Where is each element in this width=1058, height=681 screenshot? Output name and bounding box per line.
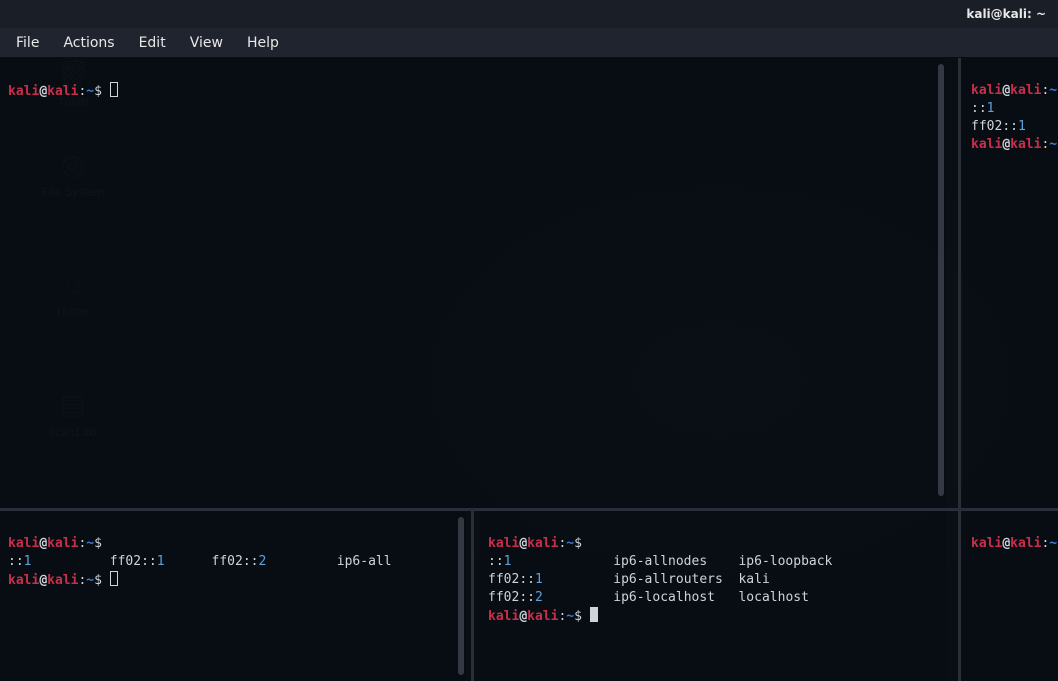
prompt-cwd: ~ <box>1049 83 1057 98</box>
output-text: ip6-allrouters <box>613 572 723 587</box>
menu-edit[interactable]: Edit <box>129 31 176 55</box>
output-text: ff02 <box>110 554 141 569</box>
terminal-pane-top-right[interactable]: kali@kali:~ ::1 ff02::1 kali@kali:~ <box>963 58 1058 508</box>
output-num: 1 <box>157 554 165 569</box>
output-text: ff02 <box>488 590 519 605</box>
prompt-user: kali <box>8 573 39 588</box>
prompt-at: @ <box>1002 83 1010 98</box>
output-text: ip6-loopback <box>738 554 832 569</box>
output-text: :: <box>488 554 504 569</box>
menu-view[interactable]: View <box>180 31 233 55</box>
terminal-split-container: kali@kali:~$ kali@kali:~ ::1 ff02::1 kal… <box>0 58 1058 681</box>
window-title: kali@kali: ~ <box>966 7 1046 21</box>
prompt-cwd: ~ <box>1049 536 1057 551</box>
prompt-host: kali <box>47 573 78 588</box>
prompt-at: @ <box>39 84 47 99</box>
prompt-at: @ <box>1002 137 1010 152</box>
prompt-at: @ <box>519 609 527 624</box>
prompt-dollar: $ <box>94 536 102 551</box>
split-divider-horizontal[interactable] <box>958 508 1058 511</box>
output-text: kali <box>738 572 769 587</box>
prompt-host: kali <box>527 536 558 551</box>
prompt-host: kali <box>1010 137 1041 152</box>
menubar: File Actions Edit View Help <box>0 28 1058 58</box>
prompt-user: kali <box>971 83 1002 98</box>
output-num: 1 <box>504 554 512 569</box>
cursor-icon <box>110 82 118 97</box>
prompt-dollar: $ <box>574 609 582 624</box>
prompt-dollar: $ <box>94 84 102 99</box>
output-num: 2 <box>535 590 543 605</box>
output-text: ff02 <box>212 554 243 569</box>
output-num: 2 <box>259 554 267 569</box>
prompt-cwd: ~ <box>86 536 94 551</box>
prompt-host: kali <box>1010 83 1041 98</box>
prompt-cwd: ~ <box>86 573 94 588</box>
prompt-user: kali <box>971 536 1002 551</box>
menu-file[interactable]: File <box>6 31 49 55</box>
cursor-icon <box>110 571 118 586</box>
output-text: :: <box>519 590 535 605</box>
prompt-user: kali <box>488 609 519 624</box>
prompt-dollar: $ <box>94 573 102 588</box>
menu-help[interactable]: Help <box>237 31 289 55</box>
prompt-host: kali <box>527 609 558 624</box>
output-text: ff02 <box>488 572 519 587</box>
scrollbar[interactable] <box>458 517 464 675</box>
prompt-user: kali <box>8 84 39 99</box>
prompt-cwd: ~ <box>1049 137 1057 152</box>
scrollbar[interactable] <box>938 64 944 496</box>
prompt-host: kali <box>1010 536 1041 551</box>
cursor-icon <box>590 607 598 622</box>
prompt-user: kali <box>971 137 1002 152</box>
output-text: ip6-localhost <box>613 590 715 605</box>
split-divider-horizontal[interactable] <box>0 508 958 511</box>
output-text: ff02 <box>971 119 1002 134</box>
split-divider-vertical[interactable] <box>958 58 961 681</box>
prompt-host: kali <box>47 536 78 551</box>
output-num: 1 <box>987 101 995 116</box>
prompt-at: @ <box>519 536 527 551</box>
prompt-dollar: $ <box>574 536 582 551</box>
output-num: 1 <box>24 554 32 569</box>
terminal-pane-bottom-middle[interactable]: kali@kali:~$ ::1 ip6-allnodes ip6-loopba… <box>480 511 946 681</box>
output-text: :: <box>971 101 987 116</box>
prompt-host: kali <box>47 84 78 99</box>
output-text: :: <box>1002 119 1018 134</box>
split-divider-vertical[interactable] <box>471 511 474 681</box>
prompt-user: kali <box>8 536 39 551</box>
output-text: :: <box>8 554 24 569</box>
output-num: 1 <box>1018 119 1026 134</box>
prompt-cwd: ~ <box>566 536 574 551</box>
terminal-pane-top-left[interactable]: kali@kali:~$ <box>0 58 946 508</box>
prompt-cwd: ~ <box>566 609 574 624</box>
output-text: :: <box>243 554 259 569</box>
terminal-pane-bottom-left[interactable]: kali@kali:~$ ::1 ff02::1 ff02::2 ip6-all… <box>0 511 466 681</box>
output-text: :: <box>519 572 535 587</box>
output-text: :: <box>141 554 157 569</box>
prompt-user: kali <box>488 536 519 551</box>
output-text: localhost <box>738 590 808 605</box>
menu-actions[interactable]: Actions <box>53 31 124 55</box>
output-num: 1 <box>535 572 543 587</box>
terminal-pane-bottom-right[interactable]: kali@kali:~ <box>963 511 1058 681</box>
window-titlebar[interactable]: kali@kali: ~ <box>0 0 1058 28</box>
prompt-at: @ <box>39 536 47 551</box>
prompt-at: @ <box>1002 536 1010 551</box>
output-text: ip6-allnodes <box>613 554 707 569</box>
prompt-at: @ <box>39 573 47 588</box>
prompt-cwd: ~ <box>86 84 94 99</box>
output-text: ip6-all <box>337 554 392 569</box>
